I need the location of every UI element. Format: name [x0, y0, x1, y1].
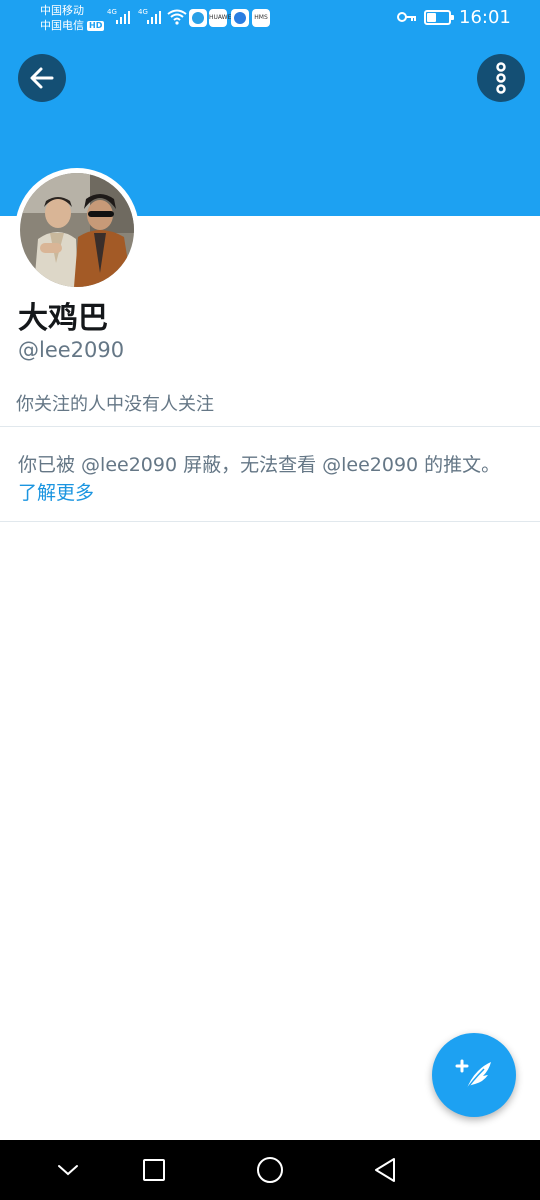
arrow-left-icon	[30, 67, 54, 89]
carrier-2-label: 中国电信	[40, 19, 84, 32]
chevron-down-icon	[58, 1165, 78, 1176]
hd-badge: HD	[87, 20, 105, 31]
nav-back-button[interactable]	[370, 1155, 400, 1185]
display-name: 大鸡巴	[18, 301, 108, 336]
divider-bottom	[0, 521, 540, 522]
learn-more-link[interactable]: 了解更多	[18, 478, 94, 505]
compose-tweet-button[interactable]	[432, 1033, 516, 1117]
battery-icon	[424, 10, 454, 25]
followed-by-text: 你关注的人中没有人关注	[16, 394, 214, 415]
browser-app-icon	[231, 9, 249, 27]
battery-fill	[427, 13, 436, 22]
nav-recents-button[interactable]	[139, 1155, 169, 1185]
nav-home-button[interactable]	[255, 1155, 285, 1185]
compose-tweet-icon	[455, 1059, 491, 1094]
system-nav-bar	[0, 1140, 540, 1200]
square-recent-icon	[143, 1159, 165, 1181]
carrier-1-label: 中国移动	[40, 4, 84, 17]
status-bar: 中国移动 中国电信 HD 4G 4G HUAWEI HMS 16:01	[0, 0, 540, 36]
signal-strength-2-icon	[147, 11, 161, 24]
triangle-back-icon	[375, 1158, 395, 1182]
more-options-button[interactable]	[477, 54, 525, 102]
circle-home-icon	[257, 1157, 283, 1183]
profile-page: 中国移动 中国电信 HD 4G 4G HUAWEI HMS 16:01 大鸡巴 …	[0, 0, 540, 1200]
huawei-app-icon: HUAWEI	[209, 9, 233, 27]
battery-nub	[451, 15, 454, 20]
nav-hide-button[interactable]	[53, 1155, 83, 1185]
avatar[interactable]	[15, 168, 139, 292]
more-vertical-icon	[496, 62, 506, 94]
divider-top	[0, 426, 540, 427]
hms-app-icon: HMS	[252, 9, 270, 27]
user-handle: @lee2090	[18, 338, 125, 362]
clock: 16:01	[459, 7, 511, 28]
key-icon	[397, 12, 416, 22]
back-button[interactable]	[18, 54, 66, 102]
wifi-icon	[167, 9, 187, 25]
blocked-message: 你已被 @lee2090 屏蔽，无法查看 @lee2090 的推文。	[18, 454, 501, 476]
app-notification-icon	[189, 9, 207, 27]
avatar-photo	[20, 173, 134, 287]
signal-strength-1-icon	[116, 11, 130, 24]
carrier-info: 中国移动 中国电信 HD	[40, 3, 105, 33]
